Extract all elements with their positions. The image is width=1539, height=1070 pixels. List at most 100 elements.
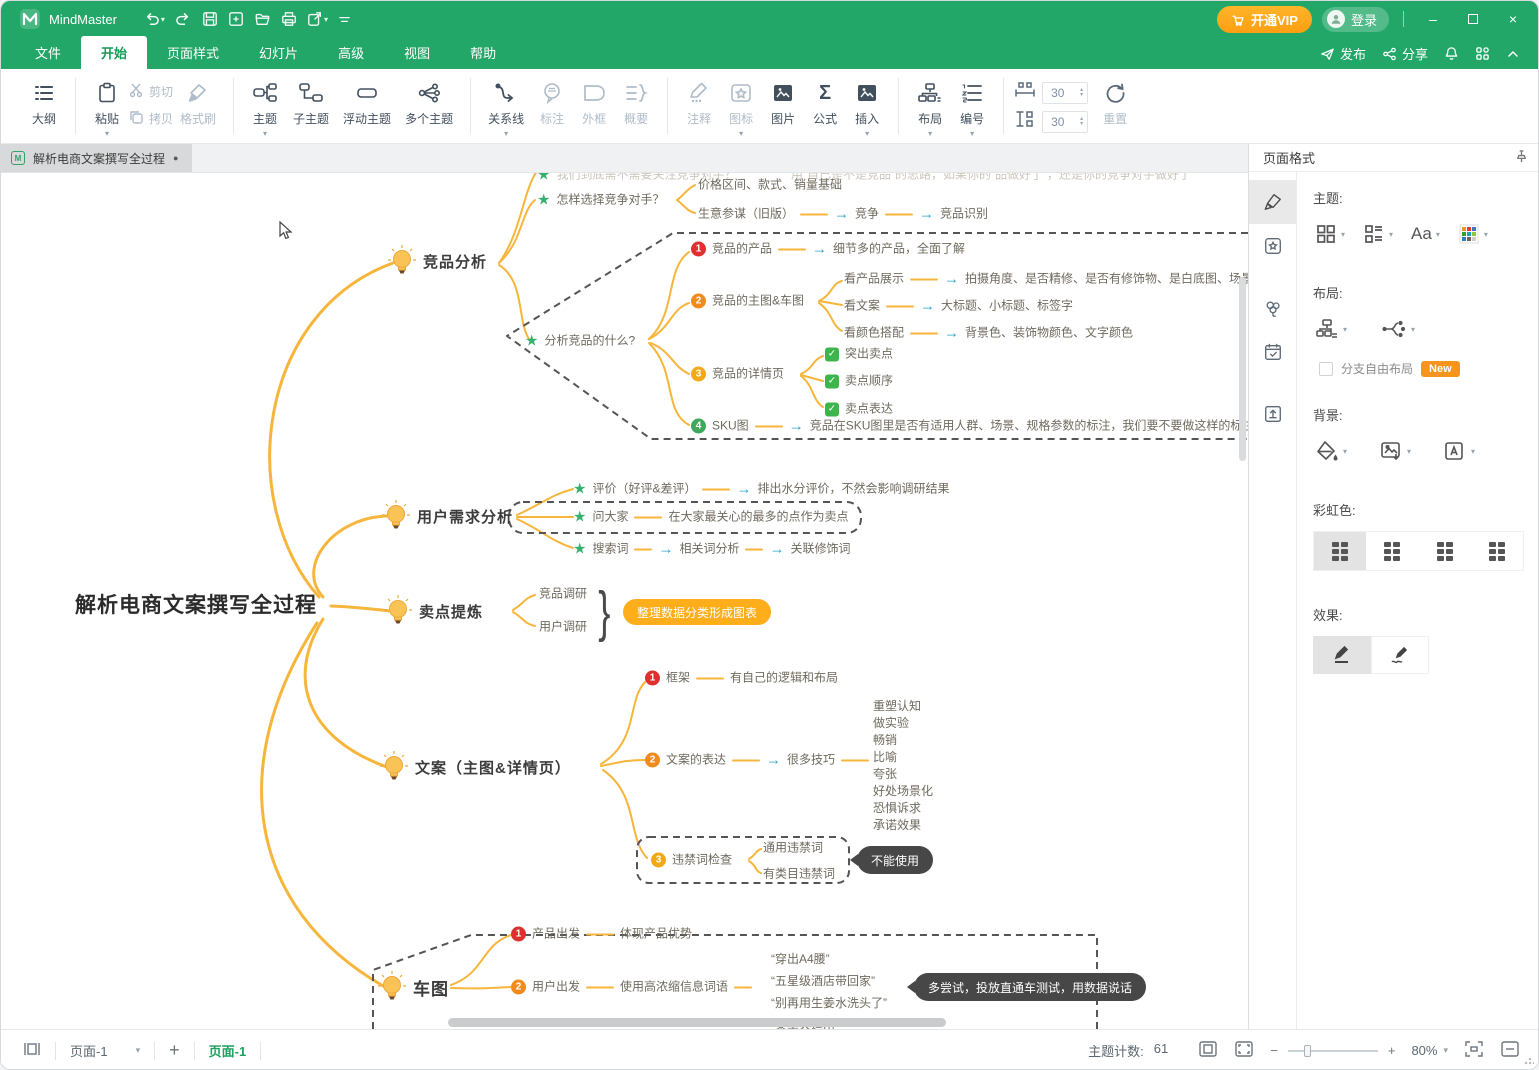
v-spacing-input[interactable]: 30 ▴▾ (1042, 111, 1088, 133)
menu-slides[interactable]: 幻灯片 (239, 36, 318, 69)
floating-topic-button[interactable]: 浮动主题 (336, 75, 398, 127)
topic-row[interactable]: 2 用户出发 使用高浓缩信息词语 (511, 980, 752, 995)
rainbow-option-1[interactable] (1314, 532, 1366, 570)
summary-topic[interactable]: 整理数据分类形成图表 (623, 599, 771, 625)
topic-row[interactable]: 有类目违禁词 (763, 867, 835, 882)
callout-topic[interactable]: 不能使用 (857, 846, 933, 874)
export-icon[interactable]: ▾ (307, 11, 328, 27)
collapse-statusbar-icon[interactable] (1500, 1040, 1520, 1061)
effect-sketch-button[interactable] (1371, 636, 1429, 674)
branch-topic[interactable]: 卖点提炼 (383, 595, 483, 627)
background-watermark-button[interactable]: ▾ (1441, 436, 1477, 466)
branch-topic[interactable]: 用户需求分析 (381, 500, 513, 532)
menu-view[interactable]: 视图 (384, 36, 450, 69)
subtopic-button[interactable]: 子主题 (286, 75, 336, 127)
vertical-scrollbar[interactable] (1239, 277, 1246, 461)
panel-tab-export[interactable] (1249, 392, 1296, 436)
topic-row[interactable]: 4 SKU图 → 竞品在SKU图里是否有适用人群、场景、规格参数的标注，我们要不… (691, 419, 1248, 434)
central-topic[interactable]: 解析电商文案撰写全过程 (75, 589, 317, 619)
rainbow-option-3[interactable] (1419, 532, 1471, 570)
callout-button[interactable]: 标注 (531, 75, 573, 127)
copy-button[interactable]: 拷贝 (128, 109, 173, 128)
share-button[interactable]: 分享 (1382, 44, 1428, 63)
topic-row[interactable]: 2 文案的表达 → 很多技巧 (645, 753, 869, 768)
zoom-out-button[interactable]: − (1270, 1043, 1278, 1058)
topic-row[interactable]: ✓ 卖点表达 (825, 402, 893, 417)
topic-row[interactable]: ★ 问大家 在大家最关心的最多的点作为卖点 (573, 510, 848, 525)
topic-row[interactable]: ★ 怎样选择竞争对手？ (537, 193, 664, 208)
page-selector[interactable]: 页面-1 ▾ (70, 1041, 140, 1060)
redo-icon[interactable] (175, 11, 192, 28)
background-image-button[interactable]: ▾ (1377, 436, 1413, 466)
panel-tab-clipart[interactable] (1249, 286, 1296, 330)
menu-advanced[interactable]: 高级 (318, 36, 384, 69)
theme-layout-button[interactable]: ▾ (1361, 219, 1395, 249)
boundary-button[interactable]: 外框 (573, 75, 615, 127)
callout-topic[interactable]: 多尝试，投放直通车测试，用数据说话 (914, 973, 1146, 1001)
topic-row[interactable]: 3 竞品的详情页 (691, 367, 784, 382)
collapse-ribbon-icon[interactable] (1506, 48, 1520, 60)
theme-font-button[interactable]: Aa ▾ (1409, 220, 1442, 248)
fit-window-icon[interactable] (1198, 1040, 1218, 1061)
topic-row[interactable]: ✓ 卖点顺序 (825, 374, 893, 389)
topic-row[interactable]: 生意参谋（旧版） → 竞争 → 竞品识别 (698, 207, 988, 222)
layout-type-button[interactable]: ▾ (1313, 314, 1349, 344)
focus-mode-icon[interactable] (1464, 1040, 1484, 1061)
multiple-topics-button[interactable]: 多个主题 (398, 75, 460, 127)
topic-row[interactable]: 看文案 → 大标题、小标题、标签字 (844, 299, 1073, 314)
h-spacing-input[interactable]: 30 ▴▾ (1042, 82, 1088, 104)
panel-tab-style[interactable] (1249, 180, 1296, 224)
v-spacing-stepper[interactable]: ▴▾ (1080, 117, 1087, 127)
layout-button[interactable]: 布局 ▾ (909, 75, 951, 136)
theme-gallery-button[interactable]: ▾ (1313, 219, 1347, 249)
h-spacing-stepper[interactable]: ▴▾ (1080, 88, 1087, 98)
background-color-button[interactable]: ▾ (1313, 436, 1349, 466)
reset-button[interactable]: 重置 (1094, 75, 1136, 127)
topic-row[interactable]: ★ 评价（好评&差评） → 排出水分评价，不然会影响调研结果 (573, 482, 949, 497)
effect-normal-button[interactable] (1313, 636, 1371, 674)
panel-tab-task[interactable] (1249, 330, 1296, 374)
topic-row[interactable]: ✓ 突出卖点 (825, 347, 893, 362)
resize-grip[interactable] (1524, 1055, 1534, 1065)
topic-row[interactable]: 看颜色搭配 → 背景色、装饰物颜色、文字颜色 (844, 326, 1133, 341)
customize-toolbar-icon[interactable] (338, 13, 351, 26)
topic-row[interactable]: 3 违禁词检查 (651, 853, 732, 868)
free-layout-checkbox[interactable] (1319, 362, 1333, 376)
topic-note[interactable]: 用“自己是不是竞品”的思路，如果你的“品做好了”，还是你的竞争对手做好了 (791, 173, 1191, 183)
undo-icon[interactable]: ▾ (143, 11, 165, 28)
pin-icon[interactable] (1515, 150, 1528, 166)
new-file-icon[interactable] (228, 11, 244, 27)
formula-button[interactable]: Σ 公式 (804, 75, 846, 127)
format-painter-button[interactable]: 格式刷 (173, 75, 223, 127)
menu-page-style[interactable]: 页面样式 (147, 36, 239, 69)
notification-bell-icon[interactable] (1444, 46, 1459, 61)
topic-row[interactable]: 1 竞品的产品 → 细节多的产品，全面了解 (691, 242, 965, 257)
topic-row[interactable]: 价格区间、款式、销量基础 (698, 178, 842, 193)
insert-button[interactable]: 插入 ▾ (846, 75, 888, 136)
panel-tab-frame[interactable] (1249, 224, 1296, 268)
zoom-level[interactable]: 80% ▾ (1411, 1043, 1448, 1058)
topic-button[interactable]: 主题 ▾ (244, 75, 286, 136)
comment-button[interactable]: 注释 (678, 75, 720, 127)
zoom-handle[interactable] (1304, 1045, 1311, 1057)
rainbow-option-2[interactable] (1366, 532, 1418, 570)
branch-topic[interactable]: 车图 (377, 971, 449, 1003)
apps-grid-icon[interactable] (1475, 46, 1490, 61)
topic-row[interactable]: 竞品调研 (539, 587, 587, 602)
outline-button[interactable]: 大纲 (23, 75, 65, 127)
close-button[interactable]: × (1498, 7, 1528, 31)
page-tab[interactable]: 页面-1 (209, 1041, 247, 1060)
paste-button[interactable]: 粘贴 ▾ (86, 75, 128, 136)
topic-row[interactable]: 通用违禁词 (763, 841, 823, 856)
relationship-button[interactable]: 关系线 ▾ (481, 75, 531, 136)
document-tab[interactable]: M 解析电商文案撰写全过程 ● (1, 144, 192, 172)
picture-button[interactable]: 图片 (762, 75, 804, 127)
zoom-slider[interactable]: − + (1270, 1043, 1395, 1058)
summary-button[interactable]: 概要 (615, 75, 657, 127)
numbering-button[interactable]: 编号 ▾ (951, 75, 993, 136)
open-file-icon[interactable] (254, 11, 271, 27)
topic-row[interactable]: ★ 分析竞品的什么? (525, 334, 635, 349)
vip-button[interactable]: 开通VIP (1217, 6, 1312, 33)
theme-color-button[interactable]: ▾ (1456, 219, 1490, 249)
cut-button[interactable]: 剪切 (128, 82, 173, 101)
